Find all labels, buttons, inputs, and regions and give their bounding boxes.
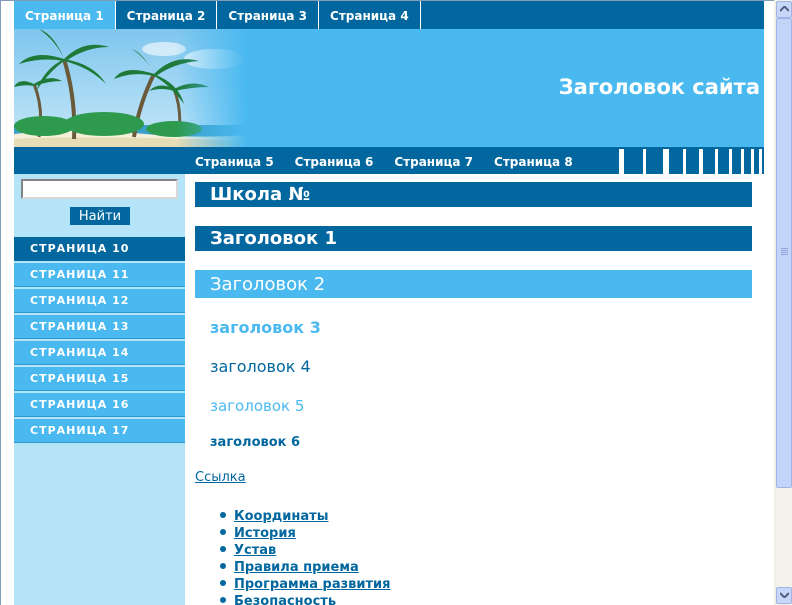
bullet-icon	[220, 512, 226, 518]
heading-3: заголовок 3	[210, 318, 321, 337]
side-menu: СТРАНИЦА 10 СТРАНИЦА 11 СТРАНИЦА 12 СТРА…	[14, 237, 185, 445]
chevron-up-icon	[780, 6, 789, 12]
link-coordinates[interactable]: Координаты	[234, 509, 328, 524]
list-item: История	[220, 523, 391, 541]
list-item: Координаты	[220, 506, 391, 524]
beach-palms-image	[14, 29, 246, 147]
site-header: Заголовок сайта	[14, 29, 764, 147]
bullet-icon	[220, 563, 226, 569]
heading-2: Заголовок 2	[195, 270, 752, 298]
sidebar: Найти СТРАНИЦА 10 СТРАНИЦА 11 СТРАНИЦА 1…	[14, 174, 185, 605]
sub-nav-page-8[interactable]: Страница 8	[494, 147, 573, 174]
top-nav: Страница 1 Страница 2 Страница 3 Страниц…	[14, 1, 764, 29]
sub-nav-page-7[interactable]: Страница 7	[394, 147, 473, 174]
top-tab-2[interactable]: Страница 2	[116, 1, 218, 29]
bullet-icon	[220, 597, 226, 603]
link-safety[interactable]: Безопасность	[234, 594, 336, 605]
sample-link[interactable]: Ссылка	[195, 470, 246, 485]
vertical-scrollbar[interactable]	[774, 0, 792, 605]
main-content: Школа № Заголовок 1 Заголовок 2 заголово…	[195, 174, 752, 605]
list-item: Безопасность	[220, 591, 391, 605]
scroll-up-button[interactable]	[776, 1, 792, 18]
sidebar-item-page-16[interactable]: СТРАНИЦА 16	[14, 393, 185, 417]
stripes-decoration	[619, 149, 762, 174]
heading-5: заголовок 5	[210, 397, 305, 415]
heading-1: Заголовок 1	[195, 226, 752, 251]
bullet-icon	[220, 546, 226, 552]
bullet-icon	[220, 529, 226, 535]
top-tab-1[interactable]: Страница 1	[14, 1, 116, 29]
links-list: Координаты История Устав Правила приема …	[220, 506, 391, 605]
list-item: Программа развития	[220, 574, 391, 592]
school-title: Школа №	[195, 182, 752, 207]
heading-6: заголовок 6	[210, 435, 301, 450]
scroll-thumb[interactable]	[776, 18, 792, 488]
sub-nav-page-5[interactable]: Страница 5	[195, 147, 274, 174]
top-tab-3[interactable]: Страница 3	[217, 1, 320, 29]
sidebar-item-page-12[interactable]: СТРАНИЦА 12	[14, 289, 185, 313]
sub-nav-page-6[interactable]: Страница 6	[295, 147, 374, 174]
sidebar-item-page-17[interactable]: СТРАНИЦА 17	[14, 419, 185, 443]
link-charter[interactable]: Устав	[234, 543, 276, 558]
site-title: Заголовок сайта	[558, 75, 760, 99]
secondary-nav: Страница 5 Страница 6 Страница 7 Страниц…	[14, 147, 764, 174]
search-button[interactable]: Найти	[69, 206, 131, 226]
bullet-icon	[220, 580, 226, 586]
sidebar-item-page-10[interactable]: СТРАНИЦА 10	[14, 237, 185, 261]
link-admission-rules[interactable]: Правила приема	[234, 560, 359, 575]
chevron-down-icon	[780, 592, 789, 598]
sidebar-item-page-13[interactable]: СТРАНИЦА 13	[14, 315, 185, 339]
scroll-down-button[interactable]	[776, 587, 792, 604]
browser-viewport: Страница 1 Страница 2 Страница 3 Страниц…	[0, 0, 774, 605]
link-development-program[interactable]: Программа развития	[234, 577, 391, 592]
site-container: Страница 1 Страница 2 Страница 3 Страниц…	[14, 1, 764, 605]
search-input[interactable]	[21, 179, 178, 199]
sidebar-item-page-14[interactable]: СТРАНИЦА 14	[14, 341, 185, 365]
top-tab-4[interactable]: Страница 4	[319, 1, 421, 29]
list-item: Правила приема	[220, 557, 391, 575]
list-item: Устав	[220, 540, 391, 558]
heading-4: заголовок 4	[210, 357, 311, 376]
link-history[interactable]: История	[234, 526, 296, 541]
sidebar-item-page-11[interactable]: СТРАНИЦА 11	[14, 263, 185, 287]
sidebar-item-page-15[interactable]: СТРАНИЦА 15	[14, 367, 185, 391]
